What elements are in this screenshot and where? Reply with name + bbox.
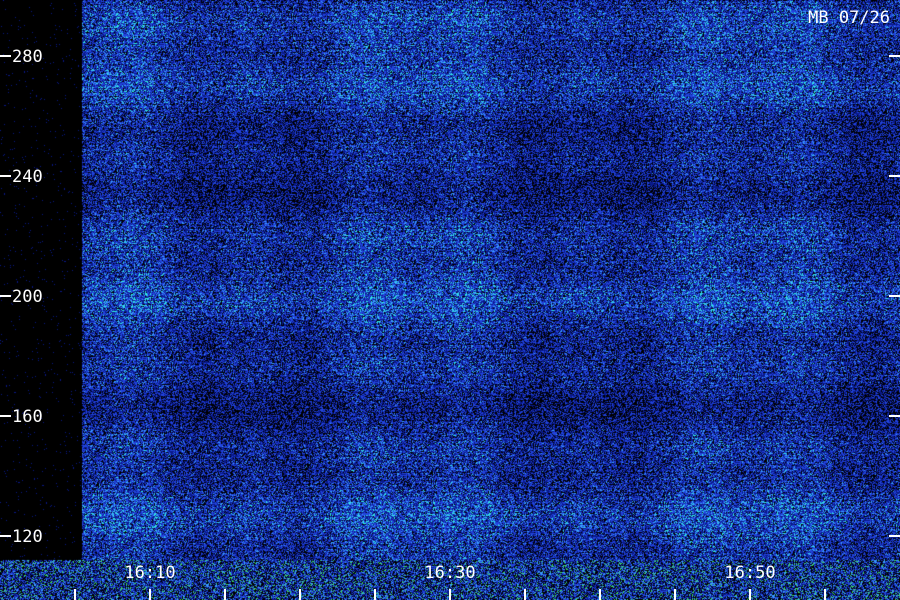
spectrogram-chart: 120 160 200 240 280 16:10 16:30 16:50 MB 07/26: [0, 8, 900, 600]
y-tick-label: 120: [12, 527, 43, 547]
chart-title: MB 07/26: [808, 8, 890, 28]
y-tick-label: 160: [12, 407, 43, 427]
x-axis: 16:10 16:30 16:50: [74, 563, 826, 600]
y-tick-label: 280: [12, 47, 43, 67]
y-axis-right: [889, 55, 900, 537]
x-tick-label: 16:30: [424, 563, 475, 583]
x-tick-label: 16:50: [724, 563, 775, 583]
y-tick-label: 240: [12, 167, 43, 187]
y-tick-label: 200: [12, 287, 43, 307]
y-axis-left: 120 160 200 240 280: [0, 47, 43, 547]
x-tick-label: 16:10: [124, 563, 175, 583]
